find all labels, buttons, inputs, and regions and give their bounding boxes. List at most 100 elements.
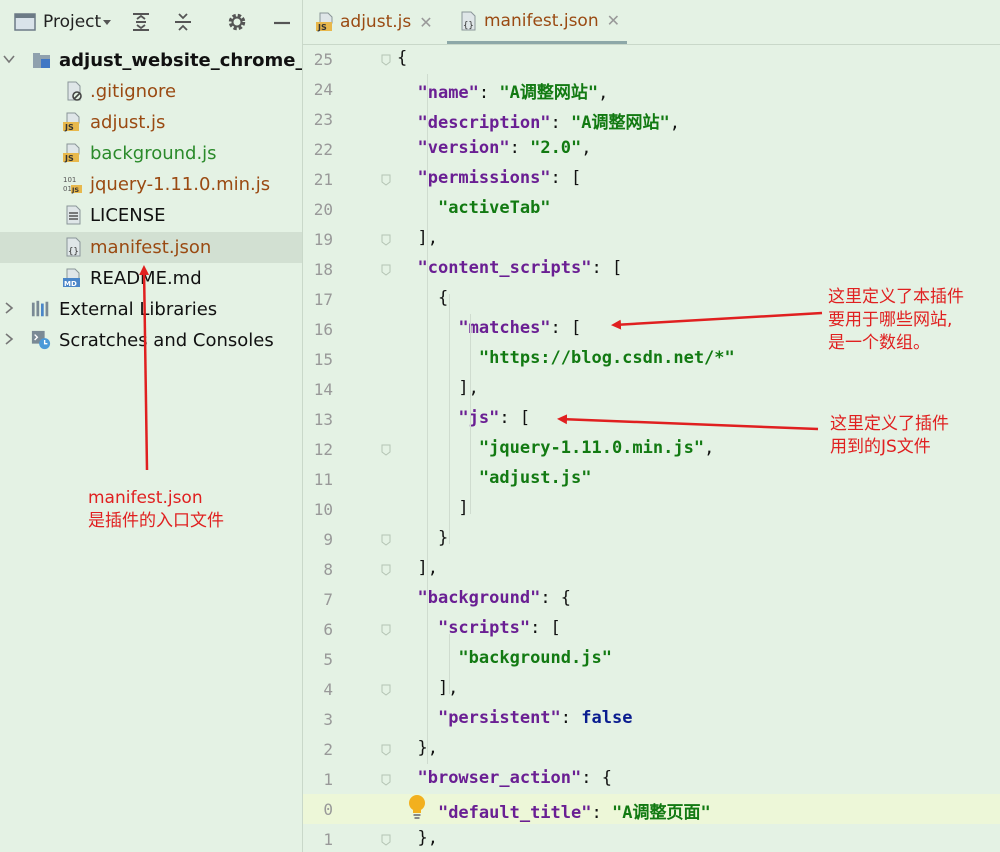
tree-item-label: adjust.js [90,112,166,133]
line-number: 16 [313,320,333,339]
code-line[interactable]: "js": [ [397,408,530,428]
gear-icon [228,13,246,31]
code-line[interactable]: "permissions": [ [397,168,581,188]
minimize-icon [274,21,290,25]
tree-item-adjust-js[interactable]: JS adjust.js [0,107,302,138]
line-number: 12 [313,440,333,459]
code-editor[interactable]: 25 24 23 22 21 20 19 18 17 16 15 14 13 12 11 10 9 8 7 6 5 4 3 2… [303,44,1000,852]
line-number: 3 [323,710,333,729]
collapse-all-button[interactable] [172,10,194,34]
tree-item-label: adjust_website_chrome_ext [59,50,302,71]
tree-item-background-js[interactable]: JS background.js [0,138,302,169]
fold-marker-icon[interactable] [381,264,391,276]
code-line[interactable]: } [397,528,448,548]
line-number: 2 [323,740,333,759]
code-line[interactable]: "activeTab" [397,198,551,218]
fold-marker-icon[interactable] [381,684,391,696]
expand-all-button[interactable] [130,10,152,34]
fold-marker-icon[interactable] [381,564,391,576]
close-icon[interactable]: ✕ [419,13,432,32]
tab-adjust-js[interactable]: JS adjust.js ✕ [315,0,433,44]
code-line[interactable]: "browser_action": { [397,768,611,788]
lightbulb-icon[interactable] [407,794,427,820]
code-line[interactable]: "matches": [ [397,318,581,338]
fold-marker-icon[interactable] [381,624,391,636]
fold-marker-icon[interactable] [381,234,391,246]
line-number: 18 [313,260,333,279]
tab-label: manifest.json [484,10,599,31]
tree-item-scratches[interactable]: Scratches and Consoles [0,325,302,356]
tree-item-license[interactable]: LICENSE [0,200,302,231]
fold-marker-icon[interactable] [381,444,391,456]
tree-item-jquery[interactable]: 101 01 JS jquery-1.11.0.min.js [0,169,302,200]
folder-icon [33,53,50,68]
line-number: 6 [323,620,333,639]
code-line[interactable]: ], [397,558,437,578]
chevron-right-icon[interactable] [2,301,16,319]
fold-marker-icon[interactable] [381,744,391,756]
close-icon[interactable]: ✕ [607,11,620,30]
fold-marker-icon[interactable] [381,174,391,186]
code-line[interactable]: "default_title": "A调整页面" [397,798,711,823]
svg-text:01: 01 [63,185,72,193]
fold-marker-icon[interactable] [381,534,391,546]
code-line[interactable]: "background.js" [397,648,612,668]
code-line[interactable]: ], [397,228,437,248]
js-file-icon: JS [316,12,333,32]
tree-item-label: README.md [90,268,202,289]
tree-item-readme[interactable]: MD README.md [0,263,302,294]
code-line[interactable]: "jquery-1.11.0.min.js", [397,438,714,458]
line-number: 4 [323,680,333,699]
fold-marker-icon[interactable] [381,834,391,846]
chevron-down-icon [103,20,112,25]
tree-item-label: External Libraries [59,299,218,320]
tree-item-root-folder[interactable]: adjust_website_chrome_ext [0,45,302,76]
line-number: 23 [313,110,333,129]
line-number: 15 [313,350,333,369]
line-number: 1 [323,770,333,789]
project-view-dropdown[interactable]: Project [14,10,112,34]
code-line[interactable]: "content_scripts": [ [397,258,622,278]
indent-guide [449,294,450,544]
code-line[interactable]: "persistent": false [397,708,633,728]
code-line[interactable]: "scripts": [ [397,618,561,638]
annotation-matches-note: 这里定义了本插件 要用于哪些网站, 是一个数组。 [828,287,964,353]
code-line[interactable]: { [397,48,407,68]
chevron-down-icon[interactable] [2,52,16,70]
project-window-icon [14,13,36,31]
fold-marker-icon[interactable] [381,774,391,786]
code-line[interactable]: ], [397,378,478,398]
project-title: Project [43,12,102,32]
tab-manifest-json[interactable]: {} manifest.json ✕ [447,0,627,44]
settings-button[interactable] [226,10,248,34]
tree-item-label: background.js [90,143,217,164]
fold-marker-icon[interactable] [381,54,391,66]
line-number: 1 [323,830,333,849]
svg-text:JS: JS [64,123,74,132]
tree-item-gitignore[interactable]: .gitignore [0,76,302,107]
code-line[interactable]: }, [397,828,437,848]
code-line[interactable]: "name": "A调整网站", [397,78,608,103]
expand-all-icon [133,13,149,31]
tree-item-manifest-json[interactable]: {} manifest.json [0,232,302,263]
code-line[interactable]: "background": { [397,588,571,608]
libraries-icon [31,300,49,317]
code-line[interactable]: ] [397,498,468,518]
line-number: 13 [313,410,333,429]
hide-panel-button[interactable] [272,10,292,34]
code-line[interactable]: "https://blog.csdn.net/*" [397,348,735,368]
tree-item-external-libraries[interactable]: External Libraries [0,294,302,325]
chevron-right-icon[interactable] [2,332,16,350]
code-line[interactable]: { [397,288,448,308]
svg-text:MD: MD [64,280,77,288]
code-line[interactable]: }, [397,738,437,758]
annotation-js-note: 这里定义了插件 用到的JS文件 [830,414,949,457]
line-number: 19 [313,230,333,249]
scratches-icon [31,330,51,350]
line-number: 17 [313,290,333,309]
project-toolbar: Project [0,0,302,44]
markdown-file-icon: MD [63,268,80,288]
tree-item-label: .gitignore [90,81,177,102]
code-line[interactable]: "description": "A调整网站", [397,108,680,133]
editor-tabs: JS adjust.js ✕ {} manifest.json ✕ [303,0,1000,45]
